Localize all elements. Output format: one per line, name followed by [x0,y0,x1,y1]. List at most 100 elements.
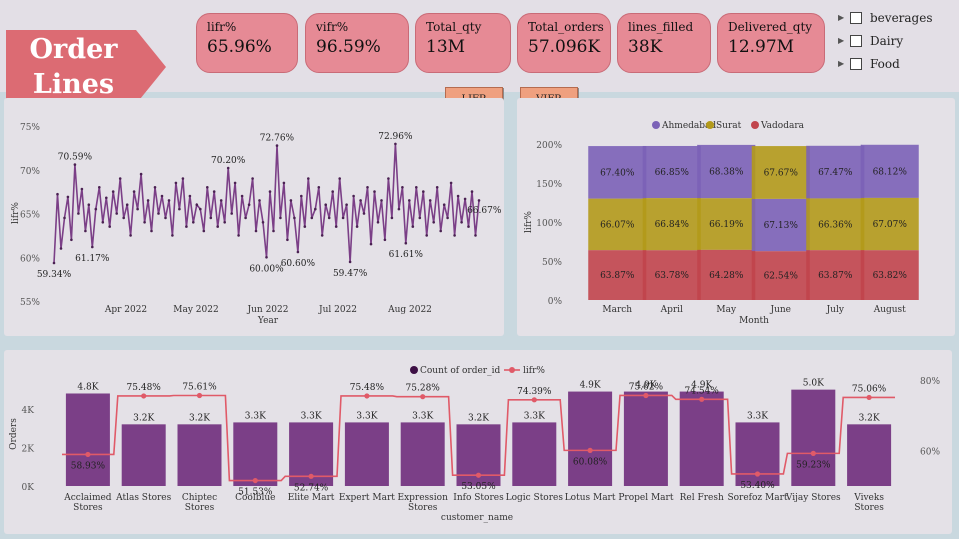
line-point [240,194,244,198]
line-point [362,212,366,215]
line-point [439,229,443,233]
y-axis-label: lifr% [11,202,21,224]
line-point [314,207,317,211]
order-count-bar [847,424,892,486]
checkbox[interactable] [850,11,862,24]
lifr-point [643,392,649,399]
kpi-card-vifr: vifr% 96.59% [305,13,409,73]
line-point [359,199,362,202]
line-point [408,199,411,202]
line-point [212,190,216,193]
line-point [91,245,94,249]
order-count-bar [65,393,110,486]
x-tick-label: Jul 2022 [318,305,357,315]
line-point [275,144,279,147]
x-tick-label: Expression Stores [398,493,449,513]
line-point [289,199,293,202]
line-point [376,221,380,224]
x-tick-label: Acclaimed Stores [63,493,112,513]
line-point [125,203,129,206]
slicer-item-beverages[interactable]: ▶ beverages [838,6,953,29]
lifr-value-label: 75.48% [350,383,385,393]
line-point [157,212,160,215]
checkbox[interactable] [850,57,862,70]
x-tick-label: April [660,305,683,315]
line-point [453,234,456,237]
line-point [209,216,213,220]
data-label: 66.07% [600,220,635,230]
line-point [87,203,91,206]
line-point [77,212,80,215]
line-point [355,225,359,228]
line-point [474,234,477,237]
line-point [233,181,237,185]
lifr-point [252,477,258,484]
kpi-card-lifr: lifr% 65.96% [196,13,298,73]
line-point [94,207,98,211]
slicer-item-dairy[interactable]: ▶ Dairy [838,29,953,52]
bar-value-label: 3.2K [859,413,880,423]
line-point [199,207,202,211]
data-label: 66.19% [709,220,744,230]
chevron-right-icon[interactable]: ▶ [838,36,850,45]
data-label: 63.87% [818,271,853,281]
bar-value-label: 3.3K [412,411,433,421]
line-point [139,172,143,176]
order-count-bar [623,391,668,486]
line-point [52,261,56,265]
line-point [320,234,324,237]
data-label: 67.40% [600,168,635,178]
line-point [293,216,296,220]
line-point [143,221,146,224]
data-label: 68.38% [709,168,744,178]
data-label: 66.84% [655,220,690,230]
x-tick-label: Lotus Mart [565,493,616,503]
kpi-label: lifr% [207,20,237,34]
line-point [254,229,258,233]
x-tick-label: May 2022 [173,305,218,315]
chevron-right-icon[interactable]: ▶ [838,13,850,22]
line-point [66,195,70,199]
kpi-label: lines_filled [628,20,694,34]
line-point [244,216,247,220]
lifr-value-label: 75.48% [127,383,162,393]
lifr-point [587,447,593,453]
y-tick-label: 50% [542,258,562,268]
kpi-label: Total_qty [426,20,482,34]
lifr-value-label: 58.93% [71,461,106,471]
y-tick-label: 75% [20,123,40,133]
lifr-value-label: 74.39% [517,387,552,397]
data-label: 67.67% [764,168,799,178]
title-line-2: Lines [32,69,115,100]
line-point [265,256,268,259]
x-axis-label: Year [257,316,279,326]
lifr-point [364,393,370,399]
line-point [331,190,335,193]
data-label: 61.17% [75,254,110,264]
line-point [279,216,282,220]
line-point [446,216,449,220]
line-point [317,186,321,189]
lifr-value-label: 74.54% [685,386,720,396]
x-tick-label: Rel Fresh [680,493,724,503]
lifr-value-label: 60.08% [573,457,608,467]
line-point [150,229,153,233]
customer-bar-panel: 4K 2K 0K 80% 60% Orders Count of order_id lifr%… [4,350,952,534]
kpi-value: 38K [628,37,663,57]
line-point [251,177,254,180]
line-point [442,203,446,206]
kpi-value: 65.96% [207,37,272,57]
y-tick-label: 200% [536,141,562,151]
line-point [136,207,139,211]
line-point [286,238,289,242]
slicer-item-food[interactable]: ▶ Food [838,52,953,75]
line-point [272,229,275,233]
lifr-value-label: 53.05% [461,482,496,492]
y-tick-label: 0K [22,483,35,493]
x-tick-label: Chiptec Stores [182,493,217,513]
line-point [460,221,463,224]
lifr-point [475,472,482,478]
order-count-bar [233,422,278,486]
chevron-right-icon[interactable]: ▶ [838,59,850,68]
checkbox[interactable] [850,34,862,47]
